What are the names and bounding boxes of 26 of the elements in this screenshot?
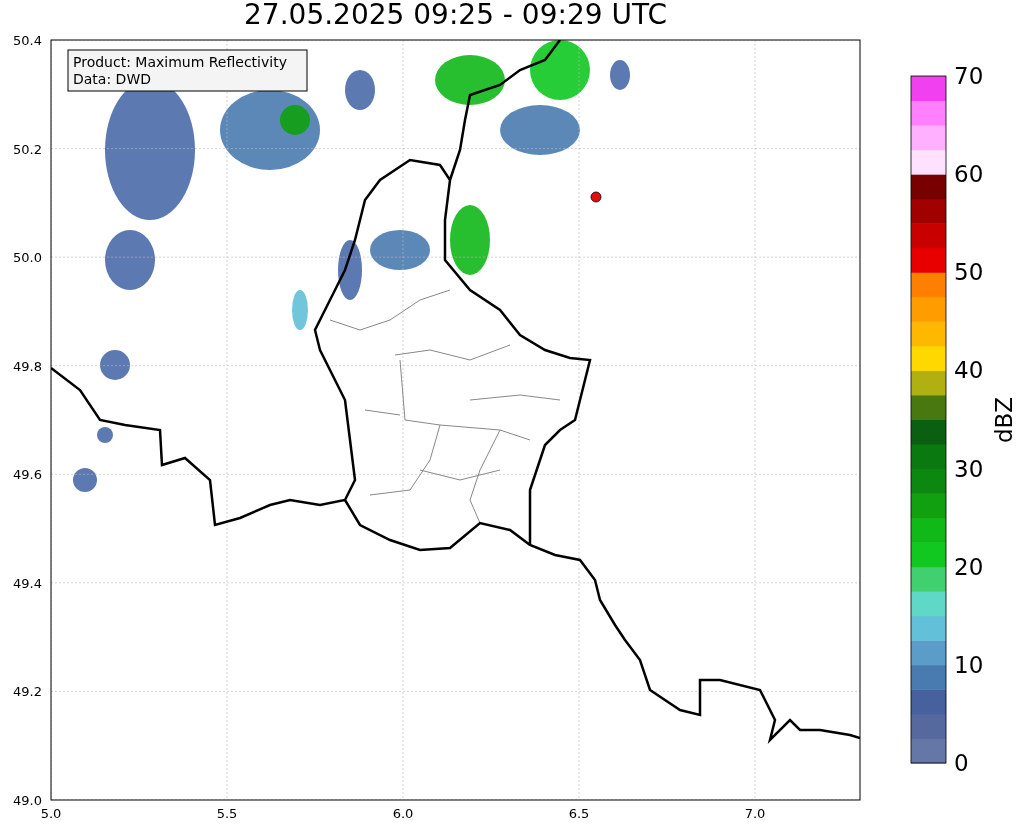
y-tick-label: 49.6 bbox=[13, 467, 42, 483]
y-tick-label: 49.4 bbox=[13, 575, 42, 591]
x-tick-label: 7.0 bbox=[744, 806, 766, 821]
location-marker bbox=[590, 191, 602, 203]
colorbar-tick-label: 60 bbox=[954, 161, 984, 188]
x-tick-label: 6.5 bbox=[568, 806, 590, 821]
x-tick-label: 5.0 bbox=[40, 806, 62, 821]
x-tick-label: 5.5 bbox=[216, 806, 238, 821]
y-tick-label: 49.0 bbox=[13, 793, 42, 808]
chart-title: 27.05.2025 09:25 - 09:29 UTC bbox=[243, 0, 668, 30]
colorbar-tick-label: 30 bbox=[954, 455, 984, 482]
y-tick-label: 50.0 bbox=[13, 250, 42, 266]
legend-text: Product: Maximum Reflectivity bbox=[73, 54, 287, 70]
colorbar-tick-label: 0 bbox=[954, 750, 969, 776]
colorbar-tick-label: 70 bbox=[954, 63, 984, 89]
y-tick-label: 49.8 bbox=[13, 358, 42, 374]
colorbar-tick-label: 10 bbox=[954, 651, 984, 678]
colorbar-label: dBZ bbox=[991, 396, 1017, 444]
y-tick-label: 50.4 bbox=[13, 33, 42, 48]
y-tick-label: 50.2 bbox=[13, 141, 42, 157]
colorbar-tick-label: 50 bbox=[954, 259, 984, 286]
x-tick-label: 6.0 bbox=[392, 806, 414, 821]
legend-text: Data: DWD bbox=[73, 71, 151, 87]
colorbar-tick-label: 40 bbox=[954, 357, 984, 384]
colorbar-tick-label: 20 bbox=[954, 553, 984, 580]
y-tick-label: 49.2 bbox=[13, 684, 42, 700]
